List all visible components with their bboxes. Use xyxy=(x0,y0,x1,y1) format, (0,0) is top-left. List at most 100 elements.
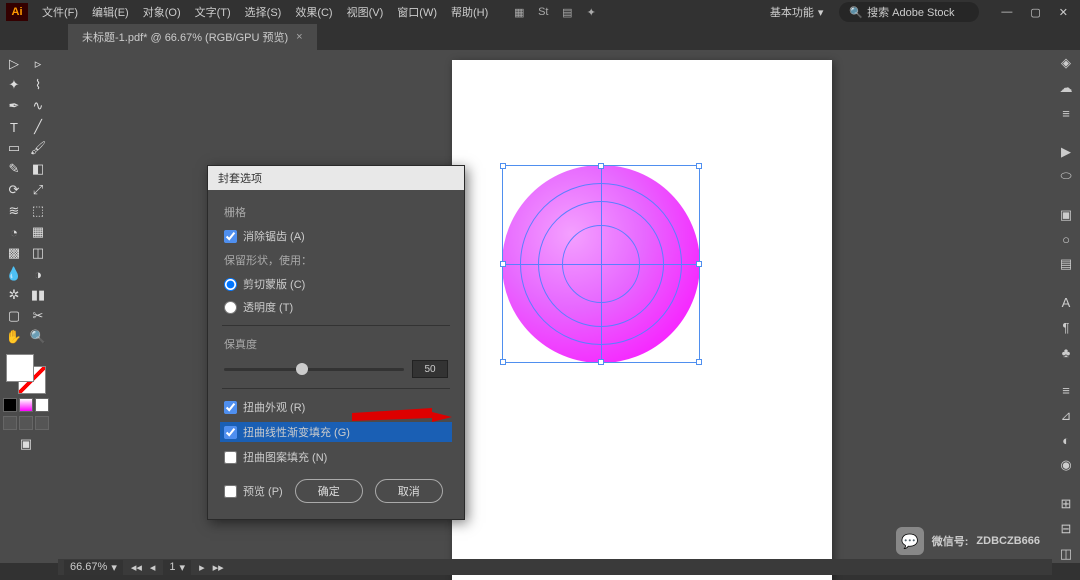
curvature-tool-icon[interactable]: ∿ xyxy=(27,96,49,116)
expand-panel-icon[interactable]: ▶ xyxy=(1056,142,1076,161)
menu-object[interactable]: 对象(O) xyxy=(137,1,187,23)
tab-close-icon[interactable]: × xyxy=(296,31,302,43)
distort-pattern-fill-checkbox[interactable]: 扭曲图案填充 (N) xyxy=(224,449,448,465)
none-mode-icon[interactable] xyxy=(35,398,49,412)
rotate-tool-icon[interactable]: ⟳ xyxy=(3,180,25,200)
close-button[interactable]: ✕ xyxy=(1053,4,1074,21)
fidelity-slider[interactable] xyxy=(224,368,404,371)
type-tool-icon[interactable]: T xyxy=(3,117,25,137)
stroke-panel-icon[interactable]: ≡ xyxy=(1056,381,1076,400)
resize-handle[interactable] xyxy=(696,261,702,267)
maximize-button[interactable]: ▢ xyxy=(1024,4,1046,21)
antialias-checkbox[interactable]: 消除锯齿 (A) xyxy=(224,228,448,244)
zoom-tool-icon[interactable]: 🔍 xyxy=(27,327,49,347)
rectangle-tool-icon[interactable]: ▭ xyxy=(3,138,25,158)
nav-prev-one-icon[interactable]: ◂ xyxy=(150,561,156,574)
transform-panel-icon[interactable]: ⊟ xyxy=(1056,519,1076,538)
eraser-tool-icon[interactable]: ◧ xyxy=(27,159,49,179)
nav-prev-icon[interactable]: ◂◂ xyxy=(131,561,142,574)
swatches-panel-icon[interactable]: ▤ xyxy=(1056,255,1076,274)
selection-tool-icon[interactable]: ▷ xyxy=(3,54,25,74)
minimize-button[interactable]: — xyxy=(995,4,1018,21)
symbols-panel-icon[interactable]: ♣ xyxy=(1056,343,1076,362)
menu-file[interactable]: 文件(F) xyxy=(36,1,84,23)
free-transform-tool-icon[interactable]: ⬚ xyxy=(27,201,49,221)
layers-panel-icon[interactable]: ≡ xyxy=(1056,104,1076,123)
symbol-sprayer-tool-icon[interactable]: ✲ xyxy=(3,285,25,305)
scale-tool-icon[interactable]: ⤢ xyxy=(27,180,49,200)
gradient-tool-icon[interactable]: ◫ xyxy=(27,243,49,263)
ok-button[interactable]: 确定 xyxy=(295,479,363,503)
color-panel-icon[interactable]: ▣ xyxy=(1056,205,1076,224)
fill-stroke-swatch[interactable] xyxy=(6,354,46,394)
clip-mask-radio[interactable]: 剪切蒙版 (C) xyxy=(224,276,448,292)
menu-edit[interactable]: 编辑(E) xyxy=(86,1,135,23)
paintbrush-tool-icon[interactable]: 🖌 xyxy=(27,138,49,158)
pathfinder-panel-icon[interactable]: ◫ xyxy=(1056,544,1076,563)
mesh-tool-icon[interactable]: ▩ xyxy=(3,243,25,263)
resize-handle[interactable] xyxy=(696,163,702,169)
draw-normal-icon[interactable] xyxy=(3,416,17,430)
workspace-switcher[interactable]: 基本功能 ▾ xyxy=(764,2,830,22)
zoom-level-select[interactable]: 66.67%▾ xyxy=(64,560,123,575)
menu-view[interactable]: 视图(V) xyxy=(341,1,390,23)
artboard-nav-select[interactable]: 1▾ xyxy=(163,560,191,575)
hand-tool-icon[interactable]: ✋ xyxy=(3,327,25,347)
resize-handle[interactable] xyxy=(696,359,702,365)
nav-next-one-icon[interactable]: ▸ xyxy=(199,561,205,574)
distort-linear-gradient-checkbox[interactable]: 扭曲线性渐变填充 (G) xyxy=(224,424,448,440)
selected-object[interactable] xyxy=(502,165,700,363)
blend-tool-icon[interactable]: ◑ xyxy=(27,264,49,284)
properties-panel-icon[interactable]: ◈ xyxy=(1056,54,1076,73)
transparency-panel-icon[interactable]: ◐ xyxy=(1056,431,1076,450)
bridge-icon[interactable]: ▦ xyxy=(512,5,526,19)
line-tool-icon[interactable]: ╱ xyxy=(27,117,49,137)
character-panel-icon[interactable]: A xyxy=(1056,293,1076,312)
fill-swatch[interactable] xyxy=(6,354,34,382)
eyedropper-tool-icon[interactable]: 💧 xyxy=(3,264,25,284)
menu-help[interactable]: 帮助(H) xyxy=(445,1,494,23)
shape-builder-tool-icon[interactable]: ◔ xyxy=(3,222,25,242)
draw-behind-icon[interactable] xyxy=(19,416,33,430)
link-panel-icon[interactable]: ⬭ xyxy=(1056,167,1076,186)
slider-thumb[interactable] xyxy=(296,363,308,375)
perspective-tool-icon[interactable]: ▦ xyxy=(27,222,49,242)
resize-handle[interactable] xyxy=(500,359,506,365)
color-mode-icon[interactable] xyxy=(3,398,17,412)
brushes-panel-icon[interactable]: ⊿ xyxy=(1056,406,1076,425)
appearance-panel-icon[interactable]: ◉ xyxy=(1056,456,1076,475)
draw-inside-icon[interactable] xyxy=(35,416,49,430)
menu-type[interactable]: 文字(T) xyxy=(189,1,237,23)
lasso-tool-icon[interactable]: ⌇ xyxy=(27,75,49,95)
preview-checkbox[interactable]: 预览 (P) xyxy=(224,483,283,499)
menu-window[interactable]: 窗口(W) xyxy=(391,1,443,23)
graph-tool-icon[interactable]: ▮▮ xyxy=(27,285,49,305)
resize-handle[interactable] xyxy=(500,261,506,267)
shaper-tool-icon[interactable]: ✎ xyxy=(3,159,25,179)
transparency-radio[interactable]: 透明度 (T) xyxy=(224,299,448,315)
menu-select[interactable]: 选择(S) xyxy=(239,1,288,23)
gradient-mode-icon[interactable] xyxy=(19,398,33,412)
menu-effect[interactable]: 效果(C) xyxy=(289,1,338,23)
nav-next-icon[interactable]: ▸▸ xyxy=(213,561,224,574)
resize-handle[interactable] xyxy=(500,163,506,169)
magic-wand-tool-icon[interactable]: ✦ xyxy=(3,75,25,95)
screen-mode-icon[interactable]: ▣ xyxy=(3,434,49,454)
stock-icon[interactable]: St xyxy=(536,5,550,19)
arrange-docs-icon[interactable]: ▤ xyxy=(560,5,574,19)
cancel-button[interactable]: 取消 xyxy=(375,479,443,503)
gpu-icon[interactable]: ✦ xyxy=(584,5,598,19)
color-guide-panel-icon[interactable]: ○ xyxy=(1056,230,1076,249)
width-tool-icon[interactable]: ≋ xyxy=(3,201,25,221)
resize-handle[interactable] xyxy=(598,163,604,169)
direct-selection-tool-icon[interactable]: ▹ xyxy=(27,54,49,74)
pen-tool-icon[interactable]: ✒ xyxy=(3,96,25,116)
artboard-tool-icon[interactable]: ▢ xyxy=(3,306,25,326)
fidelity-value[interactable]: 50 xyxy=(412,360,448,378)
distort-appearance-checkbox[interactable]: 扭曲外观 (R) xyxy=(224,399,448,415)
slice-tool-icon[interactable]: ✂ xyxy=(27,306,49,326)
resize-handle[interactable] xyxy=(598,359,604,365)
paragraph-panel-icon[interactable]: ¶ xyxy=(1056,318,1076,337)
align-panel-icon[interactable]: ⊞ xyxy=(1056,494,1076,513)
canvas-area[interactable]: 封套选项 栅格 消除锯齿 (A) 保留形状，使用： 剪切蒙版 (C) 透明度 (… xyxy=(52,50,1052,563)
